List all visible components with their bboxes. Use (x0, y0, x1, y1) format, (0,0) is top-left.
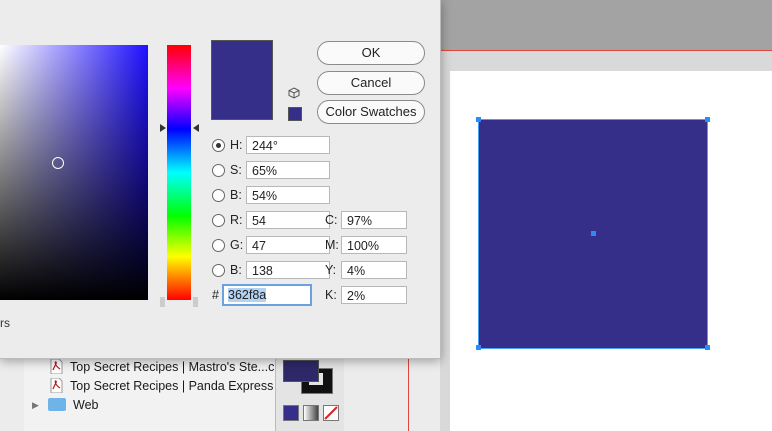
fill-color-swatch[interactable] (283, 360, 319, 382)
list-item[interactable]: Top Secret Recipes | Panda Express (50, 376, 273, 395)
saturation-radio[interactable] (212, 163, 225, 177)
apply-none-button[interactable] (323, 405, 339, 421)
hue-slider-arrow-right-icon[interactable] (193, 124, 199, 132)
red-field[interactable]: 54 (246, 211, 330, 229)
guide-line-vertical (408, 355, 409, 431)
brightness-field[interactable]: 54% (246, 186, 330, 204)
blue-label: B: (230, 263, 242, 277)
none-slash-icon (324, 406, 338, 420)
blue-radio[interactable] (212, 263, 225, 277)
red-row: R: 54 (212, 211, 330, 229)
green-row: G: 47 (212, 236, 330, 254)
layers-panel: Top Secret Recipes | Mastro's Ste...c To… (24, 355, 276, 431)
hue-label: H: (230, 138, 243, 152)
blue-field[interactable]: 138 (246, 261, 330, 279)
hue-radio[interactable] (212, 138, 225, 152)
layer-label: Web (73, 397, 99, 412)
cyan-row: C: 97% (325, 211, 407, 229)
green-label: G: (230, 238, 244, 252)
yellow-field[interactable]: 4% (341, 261, 407, 279)
magenta-field[interactable]: 100% (341, 236, 407, 254)
magenta-label: M: (325, 238, 339, 252)
yellow-label: Y: (325, 263, 337, 277)
layer-label: Top Secret Recipes | Mastro's Ste...c (70, 359, 275, 374)
web-safe-color-swatch[interactable] (288, 107, 302, 121)
color-preview (211, 40, 273, 120)
pdf-icon (50, 378, 63, 393)
blue-row: B: 138 (212, 261, 330, 279)
hue-field[interactable]: 244° (246, 136, 330, 154)
hex-label: # (212, 288, 219, 302)
black-field[interactable]: 2% (341, 286, 407, 304)
color-picker-dialog: rs OK Cancel Color Swatches H: 244° S: 6… (0, 0, 441, 359)
partial-label: rs (0, 316, 10, 330)
panel-divider (275, 355, 276, 431)
red-radio[interactable] (212, 213, 225, 227)
saturation-row: S: 65% (212, 161, 330, 179)
saturation-brightness-field[interactable] (0, 45, 148, 300)
brightness-row: B: 54% (212, 186, 330, 204)
slider-foot (193, 297, 198, 307)
ok-button[interactable]: OK (317, 41, 425, 65)
list-item[interactable]: ▶ Web (32, 395, 98, 414)
cancel-button[interactable]: Cancel (317, 71, 425, 95)
layer-label: Top Secret Recipes | Panda Express (70, 378, 274, 393)
apply-gradient-button[interactable] (303, 405, 319, 421)
hue-slider[interactable] (167, 45, 191, 300)
hex-value: 362f8a (228, 288, 267, 302)
color-swatches-button[interactable]: Color Swatches (317, 100, 425, 124)
red-label: R: (230, 213, 243, 227)
selection-handle[interactable] (476, 117, 481, 122)
brightness-radio[interactable] (212, 188, 225, 202)
out-of-web-gamut-cube-icon[interactable] (288, 87, 300, 99)
list-item[interactable]: Top Secret Recipes | Mastro's Ste...c (50, 357, 274, 376)
black-label: K: (325, 288, 337, 302)
selection-handle[interactable] (705, 117, 710, 122)
selection-handle[interactable] (705, 345, 710, 350)
green-radio[interactable] (212, 238, 225, 252)
cyan-label: C: (325, 213, 338, 227)
selection-handle[interactable] (476, 345, 481, 350)
saturation-field[interactable]: 65% (246, 161, 330, 179)
slider-foot (160, 297, 165, 307)
ruler-area (440, 51, 772, 71)
yellow-row: Y: 4% (325, 261, 407, 279)
hue-slider-arrow-left-icon[interactable] (160, 124, 166, 132)
magenta-row: M: 100% (325, 236, 407, 254)
green-field[interactable]: 47 (246, 236, 330, 254)
black-row: K: 2% (325, 286, 407, 304)
cyan-field[interactable]: 97% (341, 211, 407, 229)
disclosure-triangle-icon[interactable]: ▶ (32, 400, 42, 410)
folder-icon (48, 398, 66, 411)
center-point (591, 231, 596, 236)
pdf-icon (50, 359, 63, 374)
apply-color-button[interactable] (283, 405, 299, 421)
pasteboard-edge (440, 71, 450, 431)
color-cursor[interactable] (52, 157, 64, 169)
hue-row: H: 244° (212, 136, 330, 154)
saturation-label: S: (230, 163, 242, 177)
brightness-label: B: (230, 188, 242, 202)
hex-row: # 362f8a (212, 284, 312, 306)
app-toolbar-area (440, 0, 772, 50)
hex-field[interactable]: 362f8a (222, 284, 312, 306)
